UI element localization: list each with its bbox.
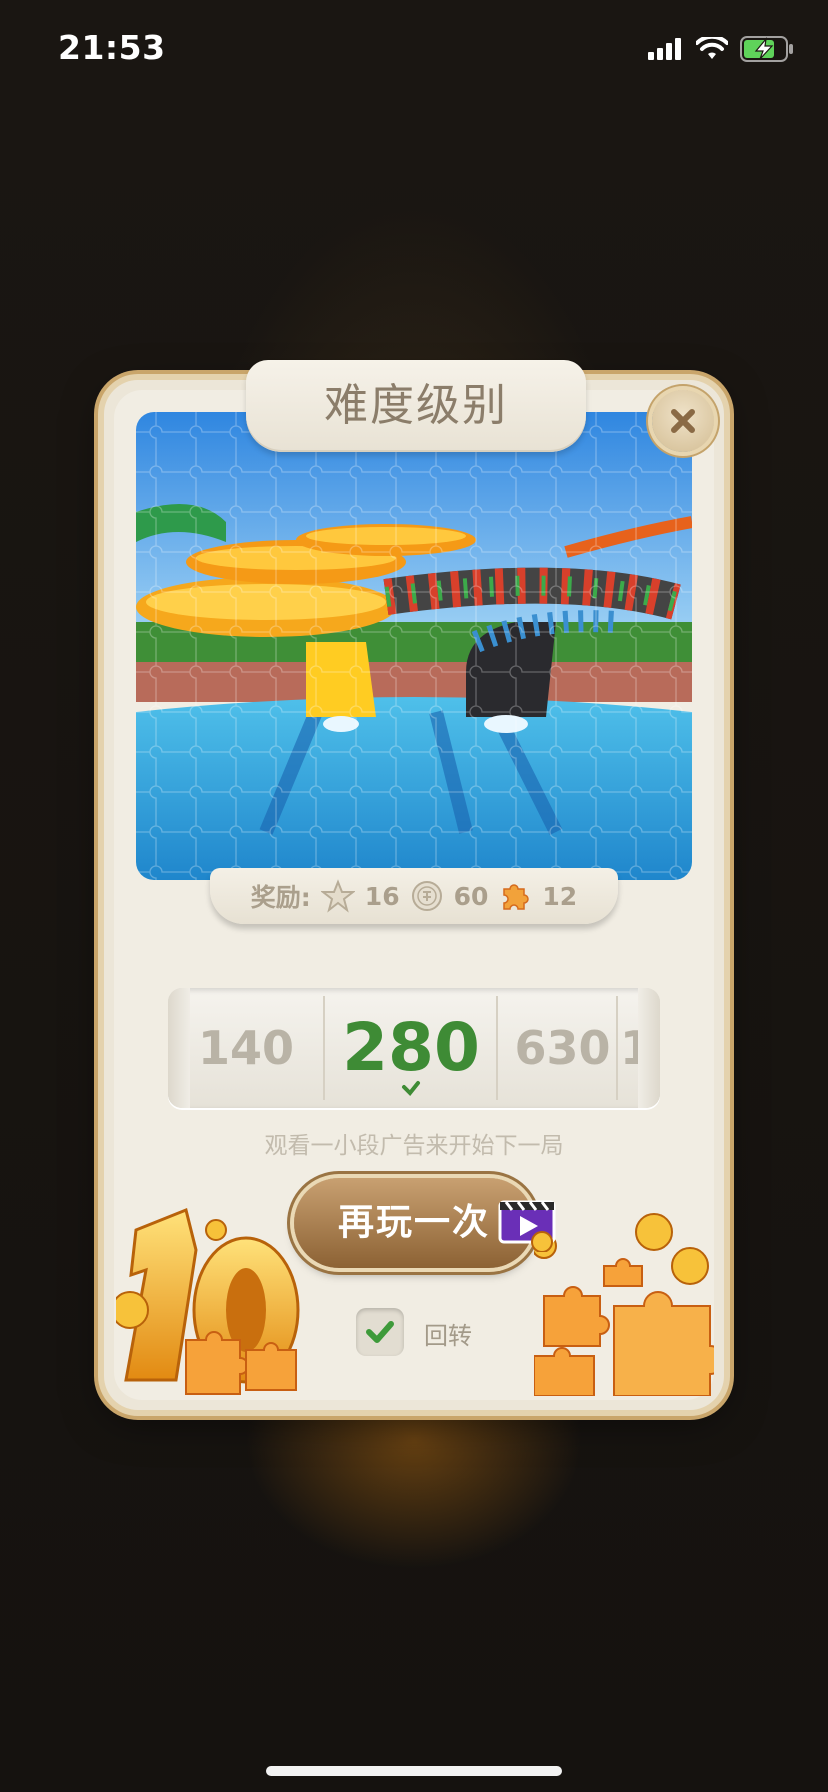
star-icon [320, 879, 355, 913]
status-time: 21:53 [58, 28, 166, 67]
cellular-signal-icon [648, 38, 681, 60]
piece-count: 12 [542, 881, 578, 911]
home-indicator[interactable] [266, 1766, 562, 1776]
status-icons [648, 36, 794, 62]
10-coins-decoration [116, 1207, 300, 1395]
play-again-label: 再玩一次 [337, 1202, 490, 1243]
rewards-label: 奖励: [250, 883, 311, 912]
star-count: 16 [364, 881, 400, 911]
puzzle-preview-image [136, 412, 692, 880]
puzzle-piece-icon [503, 884, 530, 910]
status-bar: 21:53 [0, 0, 828, 100]
selected-check-icon [402, 1081, 420, 1096]
battery-charging-icon [740, 36, 793, 62]
selector-right-cap [638, 988, 660, 1108]
dialog-title: 难度级别 [246, 360, 586, 452]
option-630[interactable]: 630 [500, 988, 625, 1108]
checkmark-icon [366, 1321, 394, 1343]
rewards-bar: 奖励: 16 60 12 [210, 868, 618, 924]
selector-divider [616, 996, 618, 1100]
video-ad-icon [498, 1200, 556, 1252]
selector-left-cap [168, 988, 190, 1108]
coin-count: 60 [453, 881, 489, 911]
puzzle-coins-decoration [534, 1213, 714, 1396]
selector-divider [323, 996, 325, 1100]
selector-divider [496, 996, 498, 1100]
ad-hint-text: 观看一小段广告来开始下一局 [264, 1133, 564, 1159]
rotate-label: 回转 [424, 1322, 472, 1350]
close-icon [671, 409, 695, 433]
option-140[interactable]: 140 [190, 988, 302, 1108]
wifi-icon [696, 37, 728, 59]
rotate-checkbox[interactable] [356, 1308, 404, 1356]
close-button[interactable] [652, 390, 714, 452]
coin-icon [411, 881, 442, 911]
piece-count-selector[interactable]: 140 280 630 1 [168, 988, 660, 1108]
